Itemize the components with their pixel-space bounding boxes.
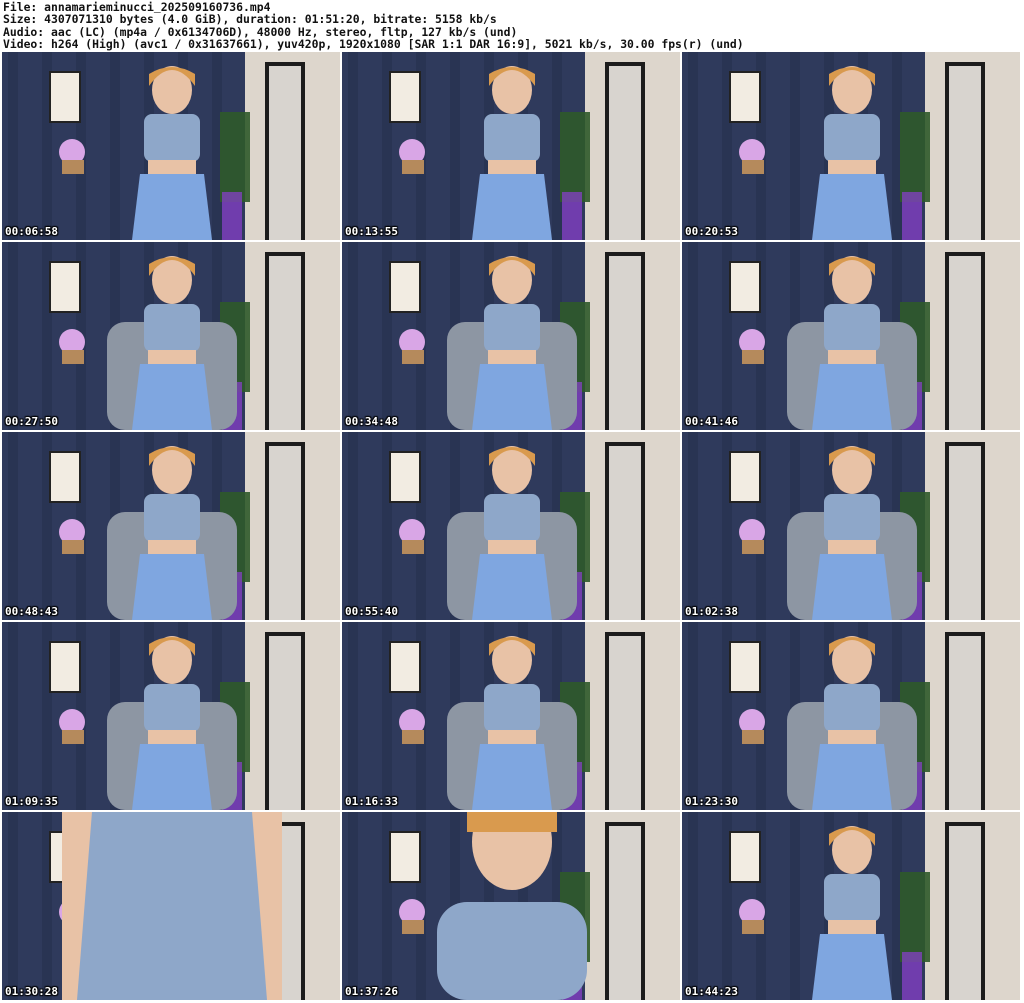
frame-image	[682, 812, 1020, 1000]
frame-timestamp: 00:06:58	[5, 225, 58, 238]
frame-timestamp: 00:41:46	[685, 415, 738, 428]
thumbnail-frame: 01:30:28	[2, 812, 340, 1000]
frame-timestamp: 01:02:38	[685, 605, 738, 618]
file-name-line: File: annamarieminucci_202509160736.mp4	[3, 1, 271, 14]
thumbnail-frame: 00:20:53	[682, 52, 1020, 240]
frame-timestamp: 01:37:26	[345, 985, 398, 998]
frame-image	[342, 812, 680, 1000]
frame-image	[2, 812, 340, 1000]
thumbnail-frame: 00:48:43	[2, 432, 340, 620]
frame-image	[2, 622, 340, 810]
frame-image	[682, 432, 1020, 620]
video-info-line: Video: h264 (High) (avc1 / 0x31637661), …	[3, 38, 744, 51]
frame-image	[682, 242, 1020, 430]
file-info-header: File: annamarieminucci_202509160736.mp4 …	[3, 1, 1021, 51]
thumbnail-frame: 00:06:58	[2, 52, 340, 240]
frame-image	[2, 242, 340, 430]
frame-image	[342, 432, 680, 620]
frame-timestamp: 01:44:23	[685, 985, 738, 998]
frame-image	[2, 52, 340, 240]
frame-timestamp: 00:20:53	[685, 225, 738, 238]
file-size-line: Size: 4307071310 bytes (4.0 GiB), durati…	[3, 13, 497, 26]
frame-timestamp: 01:16:33	[345, 795, 398, 808]
thumbnail-frame: 00:41:46	[682, 242, 1020, 430]
thumbnail-frame: 00:34:48	[342, 242, 680, 430]
frame-image	[342, 242, 680, 430]
frame-timestamp: 00:27:50	[5, 415, 58, 428]
frame-timestamp: 01:23:30	[685, 795, 738, 808]
frame-timestamp: 00:55:40	[345, 605, 398, 618]
frame-timestamp: 00:13:55	[345, 225, 398, 238]
thumbnail-frame: 01:02:38	[682, 432, 1020, 620]
frame-timestamp: 00:34:48	[345, 415, 398, 428]
frame-timestamp: 01:09:35	[5, 795, 58, 808]
thumbnail-frame: 00:27:50	[2, 242, 340, 430]
frame-timestamp: 01:30:28	[5, 985, 58, 998]
thumbnail-frame: 01:37:26	[342, 812, 680, 1000]
frame-image	[682, 52, 1020, 240]
thumbnail-frame: 00:13:55	[342, 52, 680, 240]
frame-image	[682, 622, 1020, 810]
thumbnail-frame: 01:16:33	[342, 622, 680, 810]
thumbnail-frame: 00:55:40	[342, 432, 680, 620]
frame-image	[342, 622, 680, 810]
frame-image	[2, 432, 340, 620]
thumbnail-grid: 00:06:58 00:13:55 00:20:53 00:27:50 00:34:48…	[2, 52, 1022, 1002]
frame-timestamp: 00:48:43	[5, 605, 58, 618]
thumbnail-frame: 01:09:35	[2, 622, 340, 810]
frame-image	[342, 52, 680, 240]
thumbnail-frame: 01:44:23	[682, 812, 1020, 1000]
thumbnail-frame: 01:23:30	[682, 622, 1020, 810]
audio-info-line: Audio: aac (LC) (mp4a / 0x6134706D), 480…	[3, 25, 518, 39]
